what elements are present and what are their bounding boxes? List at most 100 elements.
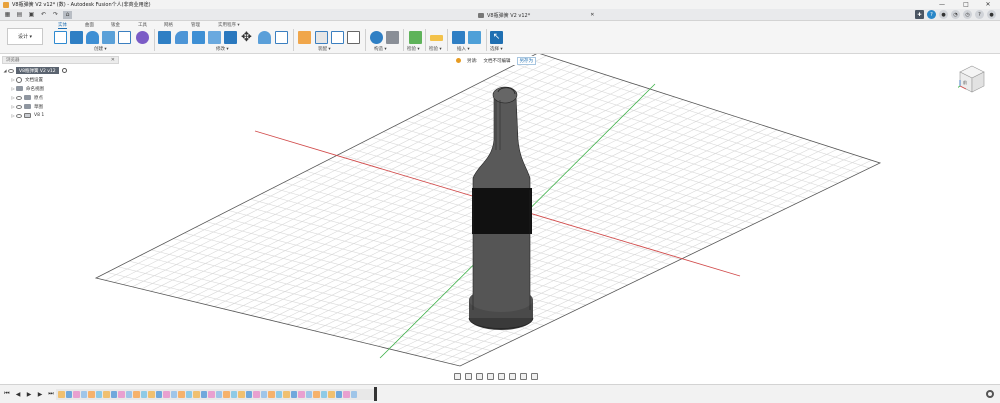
timeline-feature-icon[interactable] [80, 391, 87, 398]
timeline-feature-icon[interactable] [163, 391, 170, 398]
home-icon[interactable]: ⌂ [63, 10, 72, 19]
timeline-feature-icon[interactable] [140, 391, 147, 398]
sweep-icon[interactable] [102, 31, 115, 44]
timeline-feature-icon[interactable] [238, 391, 245, 398]
revolve-icon[interactable] [86, 31, 99, 44]
notification-icon[interactable]: ◷ [963, 10, 972, 19]
help-menu-icon[interactable]: ? [975, 10, 984, 19]
timeline-feature-icon[interactable] [313, 391, 320, 398]
viewcube[interactable]: 前 [958, 64, 986, 94]
timeline-feature-icon[interactable] [155, 391, 162, 398]
redo-icon[interactable]: ↷ [51, 11, 60, 19]
timeline-feature-icon[interactable] [118, 391, 125, 398]
timeline-feature-icon[interactable] [275, 391, 282, 398]
insert-group-label[interactable]: 插入 ▾ [457, 46, 470, 52]
create-group-label[interactable]: 创建 ▾ [94, 46, 107, 52]
minimize-button[interactable]: — [932, 0, 952, 9]
timeline-feature-icon[interactable] [200, 391, 207, 398]
close-window-button[interactable]: ✕ [978, 0, 998, 9]
grid-menu-icon[interactable]: ▦ [3, 11, 12, 19]
timeline-feature-icon[interactable] [193, 391, 200, 398]
timeline-feature-icon[interactable] [178, 391, 185, 398]
new-component-icon[interactable] [298, 31, 311, 44]
extrude-icon[interactable] [70, 31, 83, 44]
user-icon[interactable]: ● [987, 10, 996, 19]
timeline-feature-icon[interactable] [305, 391, 312, 398]
tab-manage[interactable]: 管理 [191, 22, 200, 28]
maximize-button[interactable]: □ [956, 0, 976, 9]
timeline-feature-icon[interactable] [223, 391, 230, 398]
pan-icon[interactable] [476, 373, 483, 380]
timeline-feature-icon[interactable] [88, 391, 95, 398]
zoom-icon[interactable] [487, 373, 494, 380]
tab-tools[interactable]: 工具 [138, 22, 147, 28]
timeline-feature-icon[interactable] [245, 391, 252, 398]
measure-icon[interactable] [409, 31, 422, 44]
display-settings-icon[interactable] [509, 373, 516, 380]
close-tab-icon[interactable]: ✕ [590, 12, 594, 18]
insert-canvas-icon[interactable] [468, 31, 481, 44]
timeline-feature-icon[interactable] [320, 391, 327, 398]
timeline-feature-icon[interactable] [298, 391, 305, 398]
fillet-icon[interactable] [175, 31, 188, 44]
timeline-feature-icon[interactable] [328, 391, 335, 398]
timeline-feature-icon[interactable] [260, 391, 267, 398]
timeline-feature-icon[interactable] [148, 391, 155, 398]
move-icon[interactable]: ✥ [241, 31, 254, 44]
timeline-feature-icon[interactable] [268, 391, 275, 398]
jobs-icon[interactable]: ◔ [951, 10, 960, 19]
go-to-end-icon[interactable]: ⏭ [47, 390, 55, 398]
add-icon[interactable]: ✚ [915, 10, 924, 19]
timeline-feature-icon[interactable] [253, 391, 260, 398]
construct-group-label[interactable]: 构造 ▾ [374, 46, 387, 52]
help-icon[interactable]: ? [927, 10, 936, 19]
align-icon[interactable] [275, 31, 288, 44]
timeline-feature-icon[interactable] [343, 391, 350, 398]
combine-icon[interactable] [224, 31, 237, 44]
insert-derive-icon[interactable] [452, 31, 465, 44]
as-built-joint-icon[interactable] [331, 31, 344, 44]
timeline-feature-icon[interactable] [125, 391, 132, 398]
timeline-feature-icon[interactable] [110, 391, 117, 398]
undo-icon[interactable]: ↶ [39, 11, 48, 19]
timeline-feature-icon[interactable] [290, 391, 297, 398]
browser-item-component[interactable]: ▷ V8 1 [2, 111, 119, 120]
browser-item-sketches[interactable]: ▷ 草图 [2, 102, 119, 111]
timeline-feature-icon[interactable] [283, 391, 290, 398]
timeline-feature-icon[interactable] [170, 391, 177, 398]
tab-solid[interactable]: 实体 [58, 22, 67, 29]
timeline-feature-icon[interactable] [350, 391, 357, 398]
visibility-eye-icon[interactable] [16, 104, 22, 109]
joint-icon[interactable] [315, 31, 328, 44]
timeline-feature-icon[interactable] [103, 391, 110, 398]
create-sketch-icon[interactable] [54, 31, 67, 44]
look-at-icon[interactable] [465, 373, 472, 380]
timeline-feature-icon[interactable] [335, 391, 342, 398]
close-icon[interactable]: ✕ [111, 57, 115, 63]
press-pull-icon[interactable] [158, 31, 171, 44]
timeline-feature-icon[interactable] [133, 391, 140, 398]
fit-icon[interactable] [498, 373, 505, 380]
save-as-link[interactable]: 另存为 [516, 56, 537, 65]
shell-icon[interactable] [208, 31, 221, 44]
analysis-group-label[interactable]: 检验 ▾ [429, 46, 442, 52]
workspace-switcher[interactable]: 设计 ▾ [7, 28, 43, 45]
plane-at-angle-icon[interactable] [386, 31, 399, 44]
timeline-feature-icon[interactable] [215, 391, 222, 398]
orbit-icon[interactable] [454, 373, 461, 380]
timeline-feature-icon[interactable] [95, 391, 102, 398]
split-body-icon[interactable] [258, 31, 271, 44]
select-group-label[interactable]: 选择 ▾ [490, 46, 503, 52]
timeline-feature-icon[interactable] [58, 391, 65, 398]
extensions-icon[interactable]: ● [939, 10, 948, 19]
visibility-eye-icon[interactable] [8, 68, 14, 73]
timeline-settings-gear-icon[interactable] [986, 390, 994, 398]
timeline-feature-icon[interactable] [185, 391, 192, 398]
canvas-viewport[interactable] [0, 54, 1000, 374]
viewports-icon[interactable] [531, 373, 538, 380]
visibility-eye-icon[interactable] [16, 113, 22, 118]
timeline-marker[interactable] [374, 387, 377, 401]
tab-utilities[interactable]: 实用程序 ▾ [218, 22, 240, 28]
step-forward-icon[interactable]: ▶ [36, 390, 44, 398]
timeline-feature-icon[interactable] [208, 391, 215, 398]
